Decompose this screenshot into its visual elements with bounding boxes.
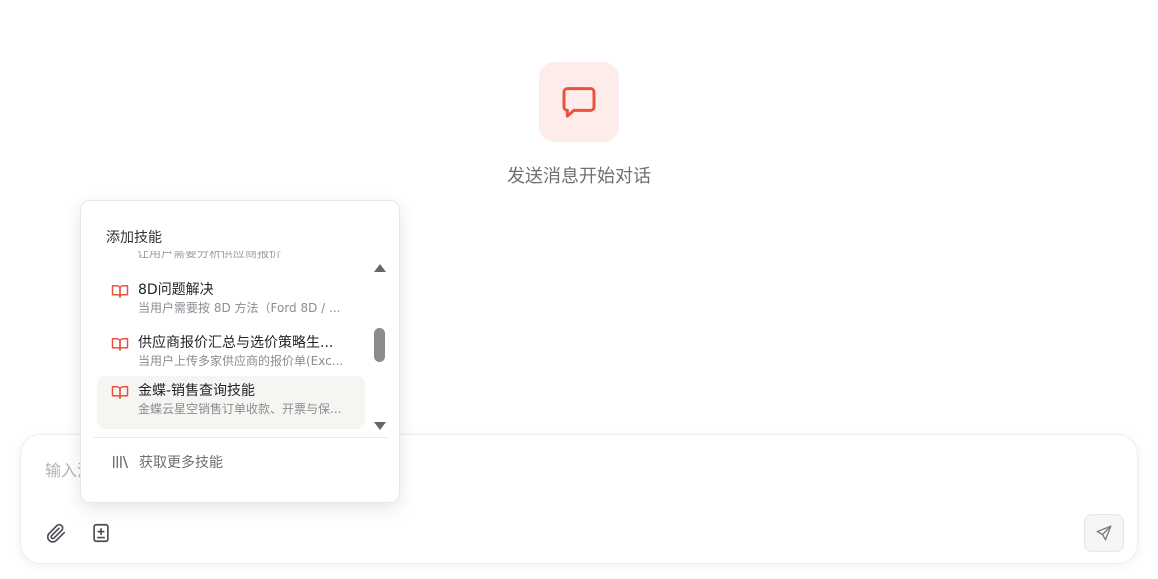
skill-name: 金蝶-销售查询技能: [138, 383, 256, 399]
scroll-down-arrow-icon[interactable]: [373, 421, 387, 431]
book-open-icon: [111, 386, 129, 399]
skill-item[interactable]: 供应商报价汇总与选价策略生... 当用户上传多家供应商的报价单(Exc...: [97, 328, 365, 381]
skill-name: 8D问题解决: [138, 282, 214, 298]
skill-description: 当用户需要按 8D 方法（Ford 8D / ...: [138, 301, 341, 315]
skill-description: 当用户上传多家供应商的报价单(Exc...: [138, 354, 344, 368]
popover-title: 添加技能: [106, 230, 162, 246]
add-skill-button[interactable]: [87, 519, 115, 547]
skill-list: 让用户需要分析供应商报价 8D问题解决 当用户需要按 8D 方法（Ford 8D…: [95, 251, 367, 433]
library-icon: [112, 455, 128, 469]
skill-item[interactable]: 8D问题解决 当用户需要按 8D 方法（Ford 8D / ...: [97, 275, 365, 328]
send-icon: [1096, 525, 1112, 541]
paperclip-icon: [46, 523, 66, 543]
list-item-partial[interactable]: 让用户需要分析供应商报价: [95, 251, 367, 259]
scrollbar-thumb[interactable]: [374, 328, 385, 362]
attach-button[interactable]: [42, 519, 70, 547]
skill-name: 供应商报价汇总与选价策略生...: [138, 335, 334, 351]
divider: [93, 437, 389, 438]
get-more-skills-label: 获取更多技能: [139, 455, 223, 471]
empty-state-message: 发送消息开始对话: [507, 166, 651, 187]
plus-square-icon: [93, 523, 109, 543]
skill-popover: 添加技能 让用户需要分析供应商报价 8D问题解决 当用户需要按 8D 方法（Fo…: [80, 200, 400, 503]
scroll-up-arrow-icon[interactable]: [373, 263, 387, 273]
send-button[interactable]: [1084, 514, 1124, 552]
empty-state: 发送消息开始对话: [0, 0, 1158, 200]
get-more-skills-button[interactable]: 获取更多技能: [111, 451, 223, 473]
partial-item-text: 让用户需要分析供应商报价: [137, 251, 282, 259]
book-open-icon: [111, 338, 129, 351]
skill-item-highlighted[interactable]: 金蝶-销售查询技能 金蝶云星空销售订单收款、开票与保...: [97, 376, 365, 429]
chat-bubble-icon: [539, 62, 619, 142]
book-open-icon: [111, 285, 129, 298]
skill-description: 金蝶云星空销售订单收款、开票与保...: [138, 402, 342, 416]
